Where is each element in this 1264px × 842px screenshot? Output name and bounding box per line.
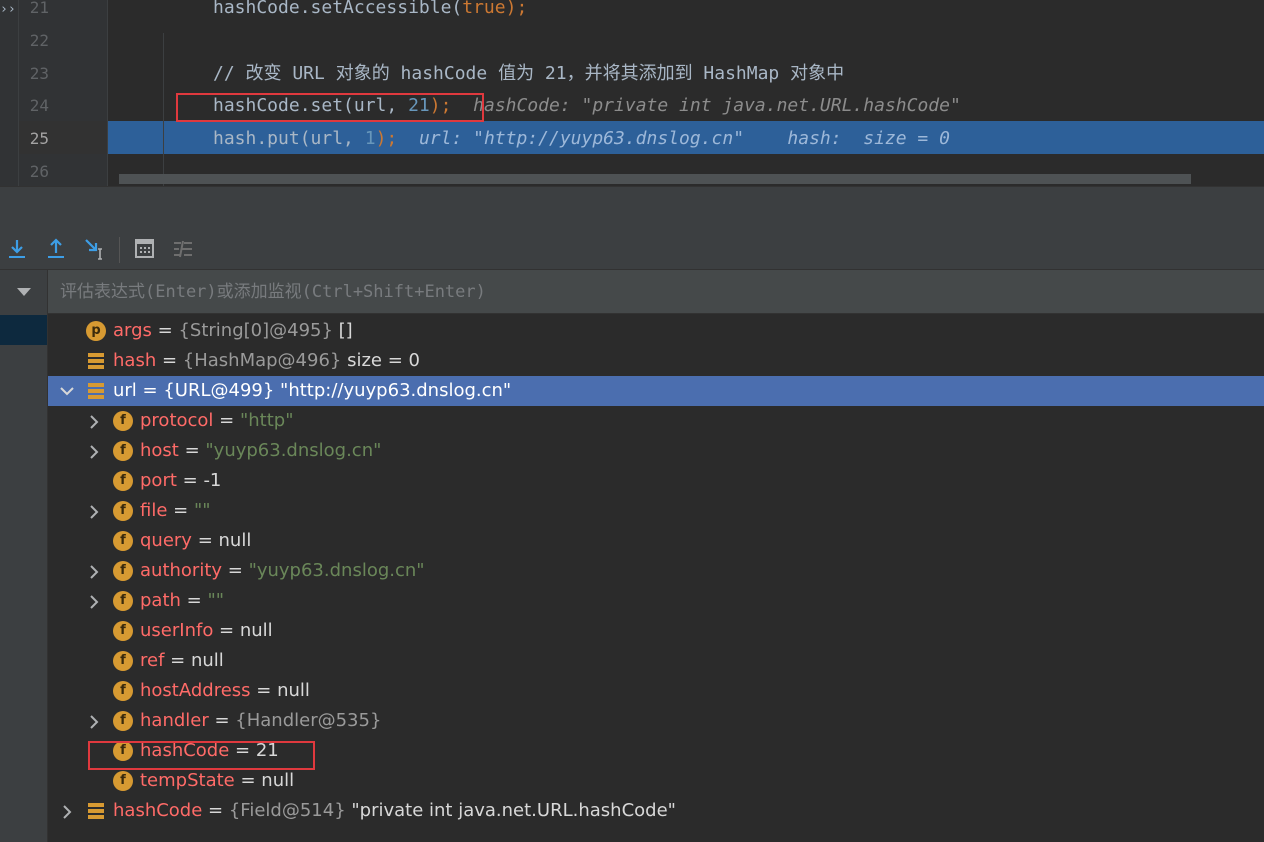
- code-text: hash.put(url, 1); url: "http://yuyp63.dn…: [213, 128, 950, 149]
- variable-label: handler = {Handler@535}: [140, 710, 382, 731]
- evaluate-expression-bar: [48, 270, 1264, 314]
- annotation-box-code: [176, 93, 484, 122]
- field-icon: f: [113, 471, 133, 491]
- frames-panel: [0, 270, 48, 842]
- step-out-icon[interactable]: [45, 237, 69, 261]
- chevron-right-icon[interactable]: [88, 706, 102, 736]
- field-row-authority[interactable]: f authority = "yuyp63.dnslog.cn": [48, 556, 1264, 586]
- code-line-21[interactable]: 21 hashCode.setAccessible(true);: [0, 0, 1264, 24]
- trace-stream-icon[interactable]: [171, 237, 195, 261]
- code-text: hashCode.setAccessible(true);: [213, 0, 528, 18]
- field-icon: f: [113, 501, 133, 521]
- field-row-hostaddress[interactable]: f hostAddress = null: [48, 676, 1264, 706]
- debug-panel-header: [0, 186, 1264, 230]
- dropdown-arrow-icon[interactable]: [17, 288, 31, 296]
- step-into-icon[interactable]: [6, 237, 30, 261]
- variable-label: args = {String[0]@495} []: [113, 320, 353, 341]
- evaluate-expression-input[interactable]: [58, 276, 1252, 308]
- inline-debug-hint: hashCode: "private int java.net.URL.hash…: [473, 95, 961, 116]
- run-to-cursor-icon[interactable]: [84, 237, 108, 261]
- variable-row-hashcode[interactable]: hashCode = {Field@514} "private int java…: [48, 796, 1264, 826]
- field-row-ref[interactable]: f ref = null: [48, 646, 1264, 676]
- field-icon: f: [113, 561, 133, 581]
- field-row-port[interactable]: f port = -1: [48, 466, 1264, 496]
- field-row-protocol[interactable]: f protocol = "http": [48, 406, 1264, 436]
- field-icon: f: [113, 771, 133, 791]
- evaluate-expression-icon[interactable]: [133, 237, 157, 261]
- toolbar-separator: [119, 237, 120, 263]
- field-icon: f: [113, 681, 133, 701]
- field-row-userinfo[interactable]: f userInfo = null: [48, 616, 1264, 646]
- local-variable-icon: [86, 351, 106, 371]
- variable-label: url = {URL@499} "http://yuyp63.dnslog.cn…: [113, 380, 512, 401]
- variable-label: ref = null: [140, 650, 224, 671]
- code-editor[interactable]: ›› 21 hashCode.setAccessible(true); 22 2…: [0, 0, 1264, 186]
- field-icon: f: [113, 411, 133, 431]
- chevron-right-icon[interactable]: [88, 496, 102, 526]
- inline-debug-hint: url: "http://yuyp63.dnslog.cn" hash: siz…: [418, 128, 950, 149]
- field-icon: f: [113, 621, 133, 641]
- chevron-right-icon[interactable]: [88, 586, 102, 616]
- variable-label: host = "yuyp63.dnslog.cn": [140, 440, 382, 461]
- field-icon: f: [113, 651, 133, 671]
- field-row-file[interactable]: f file = "": [48, 496, 1264, 526]
- line-number: 23: [29, 64, 49, 83]
- line-number: 21: [29, 0, 49, 17]
- debug-toolbar: [0, 229, 1264, 270]
- line-number: 25: [29, 129, 49, 148]
- code-line-22[interactable]: 22: [0, 24, 1264, 57]
- code-line-25[interactable]: 25 hash.put(url, 1); url: "http://yuyp63…: [0, 122, 1264, 155]
- variable-label: query = null: [140, 530, 252, 551]
- variable-label: userInfo = null: [140, 620, 273, 641]
- chevron-right-icon[interactable]: [88, 556, 102, 586]
- variable-row-hash[interactable]: hash = {HashMap@496} size = 0: [48, 346, 1264, 376]
- local-variable-icon: [86, 801, 106, 821]
- field-row-tempstate[interactable]: f tempState = null: [48, 766, 1264, 796]
- variable-label: hash = {HashMap@496} size = 0: [113, 350, 420, 371]
- variable-label: authority = "yuyp63.dnslog.cn": [140, 560, 425, 581]
- chevron-right-icon[interactable]: [88, 436, 102, 466]
- local-variable-icon: [86, 381, 106, 401]
- chevron-right-icon[interactable]: [88, 406, 102, 436]
- field-row-query[interactable]: f query = null: [48, 526, 1264, 556]
- variable-label: file = "": [140, 500, 211, 521]
- line-number: 24: [29, 96, 49, 115]
- variable-label: port = -1: [140, 470, 222, 491]
- chevron-down-icon[interactable]: [60, 376, 74, 406]
- field-row-handler[interactable]: f handler = {Handler@535}: [48, 706, 1264, 736]
- field-icon: f: [113, 441, 133, 461]
- variable-row-url[interactable]: url = {URL@499} "http://yuyp63.dnslog.cn…: [48, 376, 1264, 406]
- variable-label: hostAddress = null: [140, 680, 310, 701]
- variable-label: protocol = "http": [140, 410, 294, 431]
- variable-label: tempState = null: [140, 770, 295, 791]
- field-row-path[interactable]: f path = "": [48, 586, 1264, 616]
- variable-label: path = "": [140, 590, 225, 611]
- variable-label: hashCode = {Field@514} "private int java…: [113, 800, 676, 821]
- field-row-host[interactable]: f host = "yuyp63.dnslog.cn": [48, 436, 1264, 466]
- field-icon: f: [113, 531, 133, 551]
- line-number: 22: [29, 31, 49, 50]
- horizontal-scrollbar[interactable]: [119, 174, 1191, 184]
- parameter-icon: p: [86, 321, 106, 341]
- selected-frame[interactable]: [0, 315, 47, 345]
- field-icon: f: [113, 591, 133, 611]
- variable-row-args[interactable]: p args = {String[0]@495} []: [48, 316, 1264, 346]
- field-icon: f: [113, 711, 133, 731]
- line-number: 26: [29, 162, 49, 181]
- chevron-right-icon[interactable]: [61, 796, 75, 826]
- code-comment: // 改变 URL 对象的 hashCode 值为 21，并将其添加到 Hash…: [213, 63, 845, 84]
- code-line-23[interactable]: 23 // 改变 URL 对象的 hashCode 值为 21，并将其添加到 H…: [0, 57, 1264, 90]
- annotation-box-variable: [88, 741, 315, 770]
